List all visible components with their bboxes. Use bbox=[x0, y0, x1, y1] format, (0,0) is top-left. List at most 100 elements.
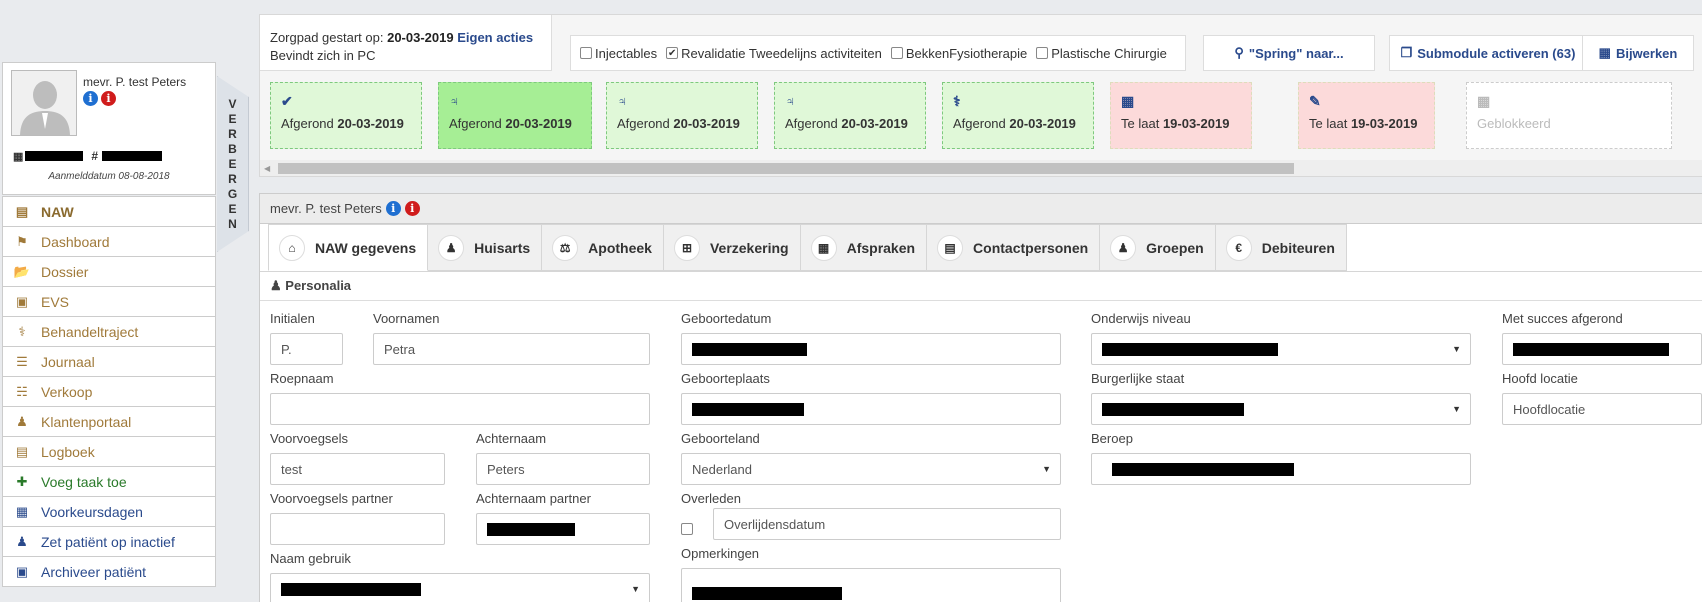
horizontal-scrollbar[interactable]: ◀ bbox=[260, 160, 1702, 176]
caret-down-icon: ▼ bbox=[1452, 404, 1461, 414]
sidebar-item-archiveer-pati-nt[interactable]: ▣ Archiveer patiënt bbox=[3, 556, 215, 586]
info-icon[interactable]: i bbox=[385, 201, 401, 216]
workflow-step[interactable]: ⚕ Afgerond 20-03-2019 bbox=[942, 82, 1094, 149]
module-option[interactable]: Plastische Chirurgie bbox=[1036, 46, 1167, 61]
naam-gebruik-select[interactable]: ▼ bbox=[270, 573, 650, 602]
sidebar-item-logboek[interactable]: ▤ Logboek bbox=[3, 436, 215, 466]
workflow-status: Geblokkeerd bbox=[1477, 116, 1551, 131]
workflow-status: Te laat bbox=[1309, 116, 1348, 131]
workflow-date: 20-03-2019 bbox=[505, 116, 572, 131]
opmerkingen-textarea[interactable] bbox=[681, 568, 1061, 602]
workflow-step[interactable]: ▦ Geblokkeerd bbox=[1466, 82, 1672, 149]
initialen-input[interactable] bbox=[270, 333, 343, 365]
workflow-date: 20-03-2019 bbox=[841, 116, 908, 131]
module-checkbox[interactable]: ✔ bbox=[666, 47, 679, 59]
module-option[interactable]: BekkenFysiotherapie bbox=[890, 46, 1027, 61]
user-icon: ♟ bbox=[270, 278, 282, 293]
module-option[interactable]: ✔ Revalidatie Tweedelijns activiteiten bbox=[666, 46, 882, 61]
module-checkbox[interactable] bbox=[580, 47, 592, 59]
hoofd-locatie-value: Hoofdlocatie bbox=[1513, 401, 1586, 417]
hide-tab-letter: R bbox=[228, 171, 237, 186]
jump-to-button[interactable]: ⚲ "Spring" naar... bbox=[1203, 35, 1375, 71]
user-times-icon: ♟ bbox=[16, 533, 28, 549]
overlijdensdatum-input[interactable] bbox=[713, 508, 1061, 540]
scroll-left-arrow-icon[interactable]: ◀ bbox=[264, 164, 270, 173]
sidebar-item-zet-pati-nt-op-inactief[interactable]: ♟ Zet patiënt op inactief bbox=[3, 526, 215, 556]
sidebar-item-label: Klantenportaal bbox=[41, 413, 132, 430]
workflow-step[interactable]: ▦ Te laat 19-03-2019 bbox=[1110, 82, 1252, 149]
sidebar-item-dossier[interactable]: 📂 Dossier bbox=[3, 256, 215, 286]
sidebar-item-label: Logboek bbox=[41, 443, 95, 460]
tab-verzekering[interactable]: ⊞ Verzekering bbox=[663, 224, 801, 271]
alert-info-icon[interactable]: i bbox=[101, 91, 116, 106]
sidebar-item-label: Verkoop bbox=[41, 383, 93, 400]
sidebar-item-evs[interactable]: ▣ EVS bbox=[3, 286, 215, 316]
roepnaam-input[interactable] bbox=[270, 393, 650, 425]
tab-huisarts[interactable]: ♟ Huisarts bbox=[428, 224, 543, 271]
sidebar-item-label: Voeg taak toe bbox=[41, 473, 127, 490]
workflow-step[interactable]: ✔ Afgerond 20-03-2019 bbox=[270, 82, 422, 149]
hoofd-locatie-select[interactable]: Hoofdlocatie bbox=[1502, 393, 1702, 425]
geboorteplaats-input[interactable] bbox=[681, 393, 1061, 425]
sidebar-item-journaal[interactable]: ☰ Journaal bbox=[3, 346, 215, 376]
tab-groepen[interactable]: ♟ Groepen bbox=[1100, 224, 1216, 271]
home-icon: ⌂ bbox=[279, 234, 305, 261]
tab-afspraken[interactable]: ▦ Afspraken bbox=[800, 224, 928, 271]
caret-down-icon: ▼ bbox=[631, 584, 640, 594]
hide-sidebar-toggle[interactable]: VERBERGEN bbox=[217, 76, 249, 252]
workflow-step[interactable]: ✎ Te laat 19-03-2019 bbox=[1298, 82, 1435, 149]
beroep-input[interactable] bbox=[1091, 453, 1471, 485]
workflow-panel: Zorgpad gestart op: 20-03-2019 Eigen act… bbox=[259, 14, 1702, 177]
tab-label: Contactpersonen bbox=[973, 239, 1089, 256]
geboorteland-select[interactable]: Nederland ▼ bbox=[681, 453, 1061, 485]
voorvoegsels-input[interactable] bbox=[270, 453, 445, 485]
burgerlijke-staat-select[interactable]: ▼ bbox=[1091, 393, 1471, 425]
sidebar-item-verkoop[interactable]: ☵ Verkoop bbox=[3, 376, 215, 406]
sidebar-item-dashboard[interactable]: ⚑ Dashboard bbox=[3, 226, 215, 256]
submodule-activate-button[interactable]: ❐ Submodule activeren (63) bbox=[1389, 35, 1587, 71]
sidebar-item-klantenportaal[interactable]: ♟ Klantenportaal bbox=[3, 406, 215, 436]
alert-info-icon[interactable]: i bbox=[404, 201, 420, 216]
redacted-value bbox=[1513, 342, 1669, 356]
update-button[interactable]: ▦ Bijwerken bbox=[1582, 35, 1694, 71]
tab-contactpersonen[interactable]: ▤ Contactpersonen bbox=[927, 224, 1101, 271]
voorvoegsels-partner-input[interactable] bbox=[270, 513, 445, 545]
workflow-step[interactable]: ♃ Afgerond 20-03-2019 bbox=[438, 82, 592, 149]
label-met-succes-afgerond: Met succes afgerond bbox=[1502, 311, 1623, 326]
achternaam-input[interactable] bbox=[476, 453, 650, 485]
briefcase-medical-icon: ▣ bbox=[15, 293, 29, 309]
achternaam-partner-input[interactable] bbox=[476, 513, 650, 545]
zorgpad-started-label: Zorgpad gestart op: bbox=[270, 30, 384, 45]
sidebar-item-behandeltraject[interactable]: ⚕ Behandeltraject bbox=[3, 316, 215, 346]
label-geboorteplaats: Geboorteplaats bbox=[681, 371, 770, 386]
workflow-step[interactable]: ♃ Afgerond 20-03-2019 bbox=[606, 82, 758, 149]
tab-debiteuren[interactable]: € Debiteuren bbox=[1215, 224, 1347, 271]
module-option[interactable]: Injectables bbox=[580, 46, 657, 61]
onderwijs-niveau-select[interactable]: ▼ bbox=[1091, 333, 1471, 365]
scrollbar-thumb[interactable] bbox=[278, 163, 1294, 174]
workflow-step[interactable]: ♃ Afgerond 20-03-2019 bbox=[774, 82, 926, 149]
tab-apotheek[interactable]: ⚖ Apotheek bbox=[542, 224, 664, 271]
tab-label: Verzekering bbox=[709, 239, 789, 256]
geboortedatum-input[interactable] bbox=[681, 333, 1061, 365]
met-succes-afgerond-input[interactable] bbox=[1502, 333, 1702, 365]
label-hoofd-locatie: Hoofd locatie bbox=[1502, 371, 1578, 386]
overleden-checkbox[interactable] bbox=[681, 523, 693, 535]
sidebar-item-voorkeursdagen[interactable]: ▦ Voorkeursdagen bbox=[3, 496, 215, 526]
zorgpad-started-date: 20-03-2019 bbox=[387, 30, 454, 45]
sidebar-item-voeg-taak-toe[interactable]: ✚ Voeg taak toe bbox=[3, 466, 215, 496]
own-actions-link[interactable]: Eigen acties bbox=[457, 30, 533, 45]
module-checkbox[interactable] bbox=[890, 47, 903, 59]
voornamen-input[interactable] bbox=[373, 333, 650, 365]
id-card-icon: ▦ bbox=[13, 150, 24, 163]
archive-icon: ▣ bbox=[15, 563, 29, 579]
label-initialen: Initialen bbox=[270, 311, 315, 326]
stethoscope-icon: ⚕ bbox=[18, 323, 26, 339]
sidebar-item-naw[interactable]: ▤ NAW bbox=[3, 196, 215, 226]
pencil-icon: ✎ bbox=[1309, 93, 1321, 109]
address-book-icon: ▤ bbox=[937, 234, 964, 261]
signpost-icon: ♃ bbox=[449, 93, 460, 109]
tab-naw-gegevens[interactable]: ⌂ NAW gegevens bbox=[268, 224, 429, 271]
info-icon[interactable]: i bbox=[83, 91, 98, 106]
module-checkbox[interactable] bbox=[1036, 47, 1049, 59]
